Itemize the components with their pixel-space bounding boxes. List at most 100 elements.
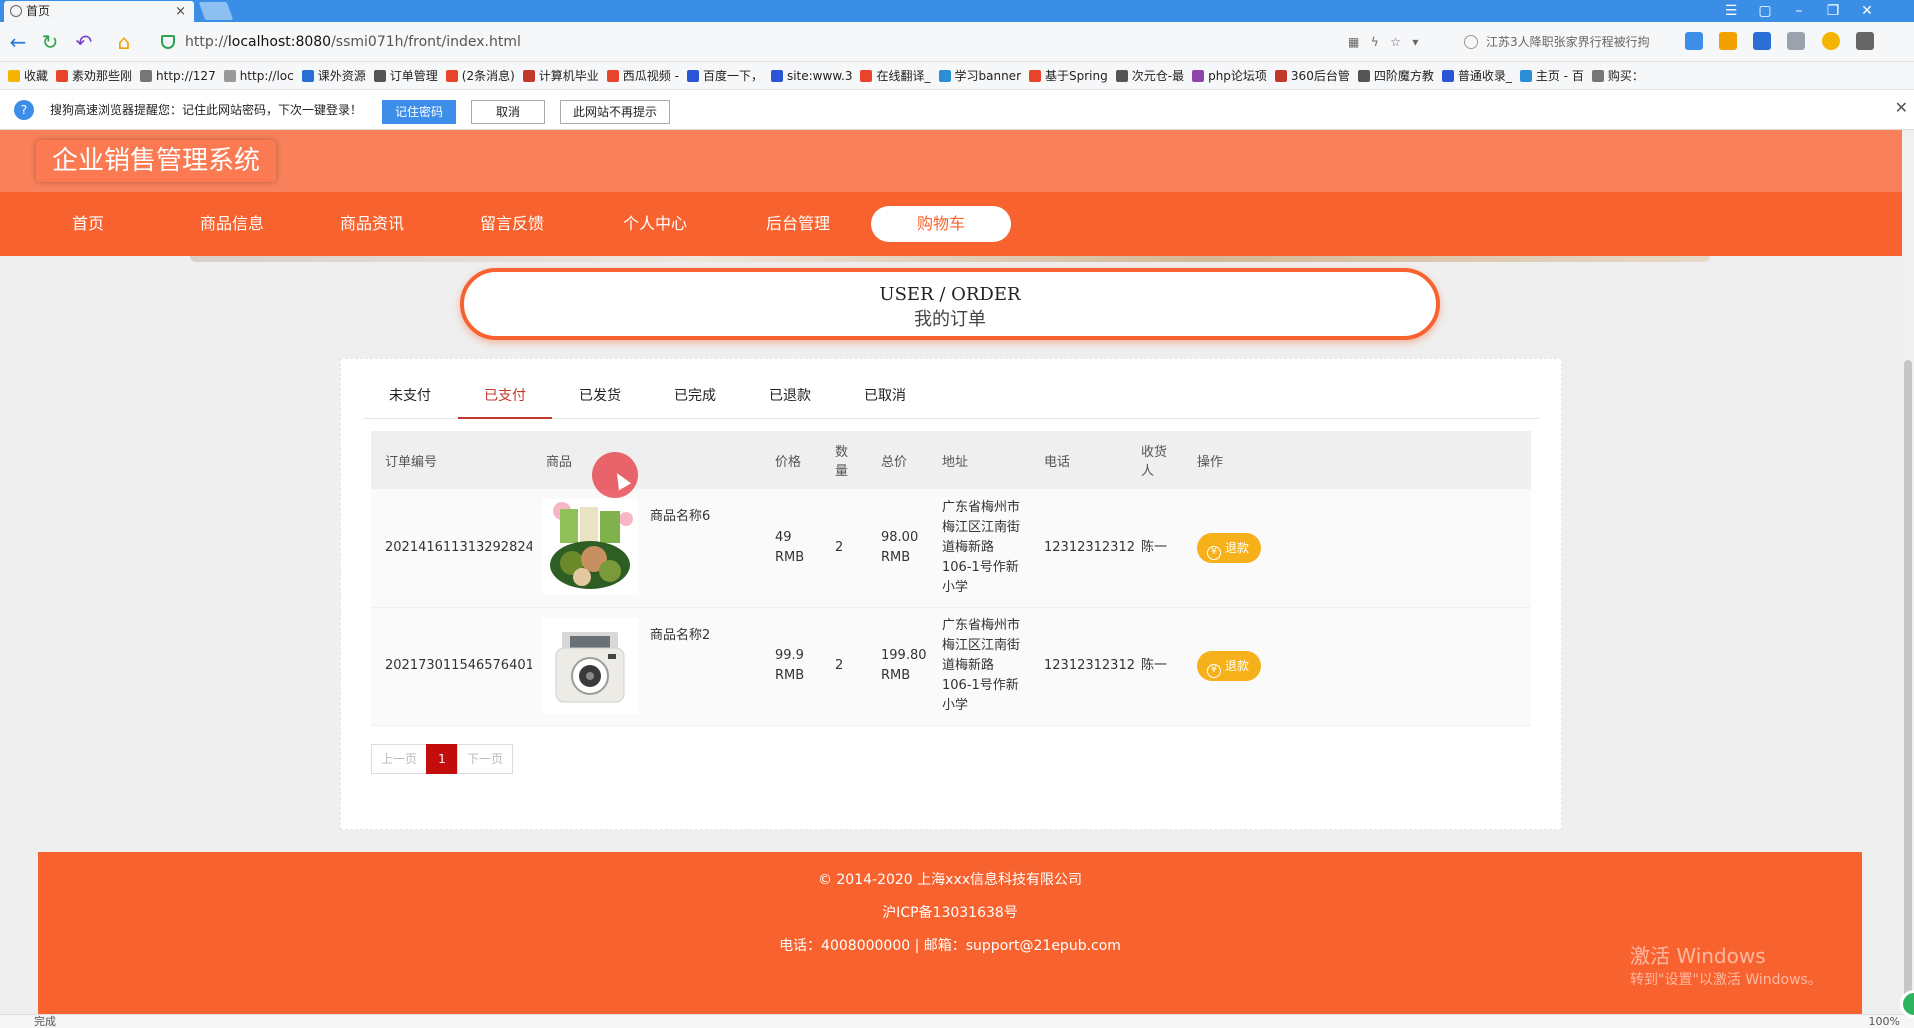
order-tab-2[interactable]: 已发货 (553, 373, 647, 419)
page-globe-icon (10, 5, 22, 17)
back-icon[interactable]: ← (6, 30, 30, 54)
price-cell: 49 RMB (761, 489, 821, 608)
nav-item-3[interactable]: 留言反馈 (442, 192, 582, 256)
bookmark-item[interactable]: 购买： (1591, 62, 1644, 89)
skin-icon[interactable]: ▢ (1748, 0, 1782, 22)
window-menu-icon[interactable]: ☰ (1714, 0, 1748, 22)
bookmark-item[interactable]: 学习banner (938, 62, 1021, 89)
order-number-cell: 20214161131329282455 (371, 489, 550, 608)
bookmark-item[interactable]: (2条消息) (445, 62, 515, 89)
order-tab-5[interactable]: 已取消 (838, 373, 932, 419)
nav-item-2[interactable]: 商品资讯 (302, 192, 442, 256)
search-box[interactable]: 江苏3人降职张家界行程被行拘 (1460, 30, 1660, 54)
browser-tab[interactable]: 首页 × (4, 1, 194, 22)
bookmark-item[interactable]: http://127 (140, 62, 216, 89)
bookmark-item[interactable]: 素劝那些刚 (56, 62, 132, 89)
address-cell: 广东省梅州市梅江区江南街道梅新路106-1号作新小学 (928, 607, 1030, 726)
extension-icon[interactable] (1719, 32, 1738, 50)
orders-panel: 未支付 已支付 已发货 已完成 已退款 已取消 订单编号 商品 价格 数量 总价 地址 电话 收货人 操作… (340, 358, 1562, 830)
column-header: 收货人 (1127, 431, 1183, 489)
nav-item-4[interactable]: 个人中心 (585, 192, 725, 256)
order-tab-4[interactable]: 已退款 (743, 373, 837, 419)
bookmark-item[interactable]: 课外资源 (301, 62, 366, 89)
order-tab-0[interactable]: 未支付 (363, 373, 457, 419)
browser-statusbar: 完成 100% (0, 1014, 1914, 1028)
extension-icon[interactable] (1753, 32, 1772, 50)
star-icon[interactable]: ☆ (1390, 35, 1401, 49)
bookmark-item[interactable]: http://loc (223, 62, 294, 89)
footer-copyright: © 2014-2020 上海xxx信息科技有限公司 (817, 872, 1083, 888)
extension-icon[interactable] (1685, 32, 1703, 50)
price-cell: 99.9 RMB (761, 607, 821, 726)
dropdown-icon[interactable]: ▾ (1412, 35, 1418, 49)
search-text: 江苏3人降职张家界行程被行拘 (1486, 35, 1650, 49)
quantity-cell: 2 (821, 489, 867, 608)
current-page-button[interactable]: 1 (426, 744, 458, 774)
orders-table: 订单编号 商品 价格 数量 总价 地址 电话 收货人 操作 202141611313292824… (371, 431, 1531, 726)
extension-icon[interactable] (1787, 32, 1806, 50)
site-logo[interactable]: 企业销售管理系统 (36, 140, 277, 182)
close-notice-icon[interactable]: ✕ (1895, 98, 1908, 117)
next-page-button[interactable]: 下一页 (457, 744, 513, 774)
main-nav: 首页 商品信息 商品资讯 留言反馈 个人中心 后台管理 购物车 (0, 192, 1902, 256)
new-tab-button[interactable] (198, 2, 234, 20)
quantity-cell: 2 (821, 607, 867, 726)
menu-icon[interactable] (1855, 32, 1874, 50)
remember-password-button[interactable]: 记住密码 (382, 100, 456, 124)
product-name[interactable]: 商品名称6 (650, 507, 710, 527)
refund-button[interactable]: ¥ 退款 (1197, 651, 1262, 681)
zoom-level[interactable]: 100% (1869, 1015, 1900, 1028)
bookmark-item[interactable]: 百度一下， (686, 62, 763, 89)
bookmark-item[interactable]: php论坛项 (1192, 62, 1267, 89)
close-tab-icon[interactable]: × (175, 1, 186, 22)
never-prompt-button[interactable]: 此网站不再提示 (560, 100, 670, 124)
nav-item-5[interactable]: 后台管理 (728, 192, 868, 256)
bookmark-item[interactable]: 普通收录_ (1441, 62, 1512, 89)
extension-icon[interactable] (1821, 32, 1840, 50)
bookmark-item[interactable]: 西瓜视频 - (606, 62, 679, 89)
bookmark-item[interactable]: 主页 - 百 (1519, 62, 1584, 89)
table-row: 20214161131329282455 商品名称6 49 RMB 2 98.00 RM… (371, 489, 1531, 608)
home-icon[interactable]: ⌂ (112, 30, 136, 54)
banner-edge (190, 256, 1710, 262)
scrollbar-thumb[interactable] (1904, 360, 1912, 1000)
minimize-icon[interactable]: – (1782, 0, 1816, 22)
prev-page-button[interactable]: 上一页 (371, 744, 427, 774)
page-scrollbar[interactable] (1902, 130, 1914, 1010)
product-name[interactable]: 商品名称2 (650, 626, 710, 646)
url-input[interactable]: http://localhost:8080/ssmi071h/front/ind… (155, 29, 1335, 55)
bookmark-item[interactable]: 基于Spring (1029, 62, 1108, 89)
bookmark-item[interactable]: 四阶魔方教 (1357, 62, 1434, 89)
qr-icon[interactable]: ▦ (1348, 35, 1359, 49)
camera-product-icon[interactable] (542, 617, 638, 714)
url-path: /ssmi071h/front/index.html (331, 34, 521, 50)
refund-label: 退款 (1225, 659, 1250, 673)
column-header: 操作 (1183, 431, 1531, 489)
refund-button[interactable]: ¥ 退款 (1197, 532, 1262, 563)
order-tab-1[interactable]: 已支付 (458, 373, 552, 419)
lightning-icon[interactable]: ϟ (1371, 35, 1379, 49)
notice-cancel-button[interactable]: 取消 (471, 100, 545, 124)
bookmark-item[interactable]: 在线翻译_ (860, 62, 931, 89)
bookmark-item[interactable]: 收藏 (8, 62, 48, 89)
undo-icon[interactable]: ↶ (72, 30, 96, 54)
order-tab-3[interactable]: 已完成 (648, 373, 742, 419)
phone-cell: 12312312312 (1030, 489, 1135, 608)
bookmark-item[interactable]: site:www.3 (770, 62, 852, 89)
rice-dumpling-product-icon[interactable] (542, 499, 638, 595)
total-cell: 199.80 RMB (867, 607, 928, 726)
restore-icon[interactable]: ❐ (1816, 0, 1850, 22)
nav-item-1[interactable]: 商品信息 (162, 192, 302, 256)
bookmark-item[interactable]: 360后台管 (1274, 62, 1350, 89)
refresh-icon[interactable]: ↻ (38, 30, 62, 54)
extension-icons (1685, 32, 1886, 52)
bookmark-item[interactable]: 计算机毕业 (522, 62, 599, 89)
bookmark-item[interactable]: 订单管理 (373, 62, 438, 89)
bookmark-item[interactable]: 次元仓-最 (1115, 62, 1184, 89)
nav-item-0[interactable]: 首页 (18, 192, 158, 256)
refund-label: 退款 (1225, 540, 1250, 555)
section-title-en: USER / ORDER (879, 284, 1021, 305)
browser-titlebar: 首页 × ☰ ▢ – ❐ ✕ (0, 0, 1914, 22)
close-window-icon[interactable]: ✕ (1850, 0, 1884, 22)
nav-item-6[interactable]: 购物车 (871, 206, 1011, 242)
